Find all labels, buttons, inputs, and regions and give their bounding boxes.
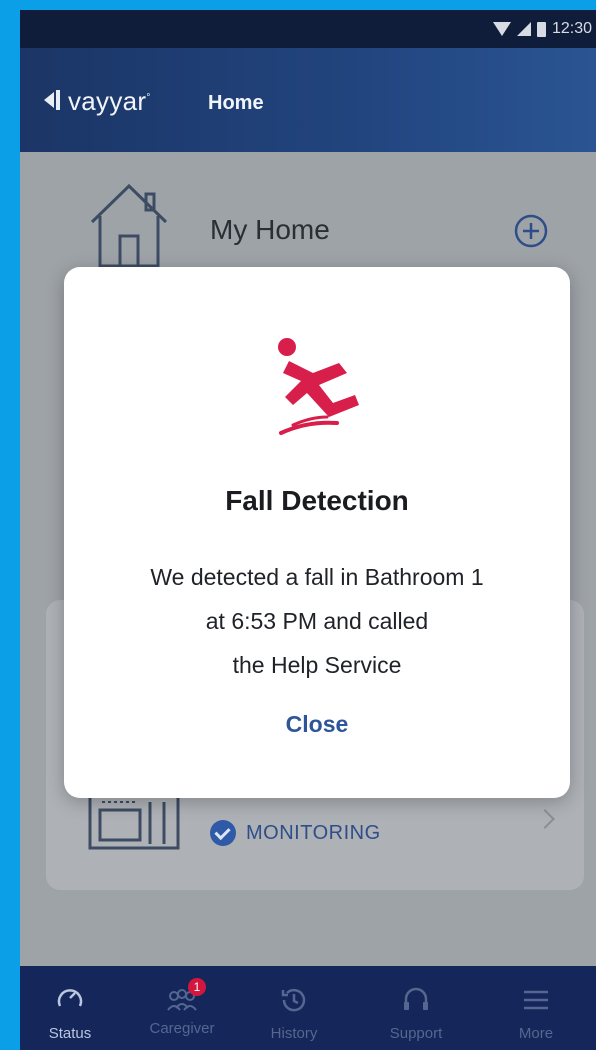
dialog-message: We detected a fall in Bathroom 1 at 6:53… <box>94 555 540 687</box>
dialog-message-line: at 6:53 PM and called <box>205 608 429 634</box>
fall-icon <box>278 338 359 435</box>
fall-detection-dialog: Fall Detection We detected a fall in Bat… <box>64 267 570 798</box>
dialog-message-line: the Help Service <box>232 652 402 678</box>
dialog-title: Fall Detection <box>225 485 409 516</box>
close-button[interactable]: Close <box>64 711 570 738</box>
modal-overlay: Fall Detection We detected a fall in Bat… <box>20 10 596 1050</box>
dialog-message-line: We detected a fall in Bathroom 1 <box>150 564 484 590</box>
